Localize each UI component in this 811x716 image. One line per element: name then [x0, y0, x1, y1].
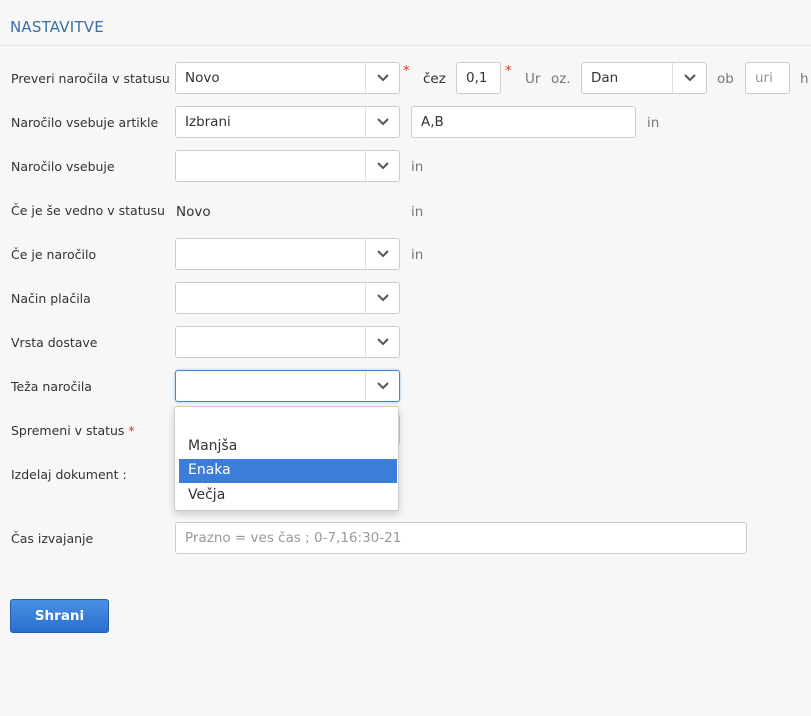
section-divider — [0, 45, 811, 46]
save-button[interactable]: Shrani — [10, 599, 109, 633]
payment-label: Način plačila — [11, 291, 91, 306]
contains-label: Naročilo vsebuje — [11, 159, 115, 174]
dropdown-option-enaka[interactable]: Enaka — [179, 459, 397, 483]
chevron-down-icon — [365, 327, 399, 357]
or-label: oz. — [551, 71, 571, 87]
check-status-value: Novo — [185, 70, 220, 86]
still-status-value: Novo — [176, 204, 211, 220]
weight-select[interactable] — [175, 370, 400, 402]
chevron-down-icon — [365, 283, 399, 313]
articles-input[interactable]: A,B — [411, 106, 636, 138]
chevron-down-icon — [365, 239, 399, 269]
in-label: in — [647, 115, 660, 131]
articles-select[interactable]: Izbrani — [175, 106, 400, 138]
after-label: čez — [423, 71, 446, 87]
payment-select[interactable] — [175, 282, 400, 314]
exec-time-input[interactable]: Prazno = ves čas ; 0-7,16:30-21 — [175, 522, 747, 554]
articles-value: Izbrani — [185, 114, 231, 130]
at-label: ob — [717, 71, 734, 87]
dropdown-option-empty[interactable] — [179, 413, 397, 437]
hours-input[interactable]: 0,1 — [456, 62, 501, 94]
delivery-label: Vrsta dostave — [11, 335, 98, 350]
in-label: in — [411, 204, 424, 220]
check-status-select[interactable]: Novo — [175, 62, 400, 94]
in-label: in — [411, 159, 424, 175]
chevron-down-icon — [365, 107, 399, 137]
required-marker: * — [505, 64, 512, 79]
required-marker: * — [403, 64, 410, 79]
delivery-select[interactable] — [175, 326, 400, 358]
day-select[interactable]: Dan — [581, 62, 707, 94]
chevron-down-icon — [672, 63, 706, 93]
chevron-down-icon — [365, 63, 399, 93]
weight-label: Teža naročila — [11, 379, 92, 394]
day-value: Dan — [591, 70, 619, 86]
articles-label: Naročilo vsebuje artikle — [11, 115, 159, 130]
section-title: NASTAVITVE — [10, 18, 104, 36]
chevron-down-icon — [365, 151, 399, 181]
unit-label: Ur — [525, 71, 541, 87]
order-is-label: Če je naročilo — [11, 247, 97, 262]
chevron-down-icon — [365, 371, 399, 401]
required-marker: * — [124, 423, 135, 438]
exec-time-label: Čas izvajanje — [11, 531, 94, 546]
dropdown-option-manjsa[interactable]: Manjša — [179, 435, 397, 459]
time-input[interactable]: uri — [745, 62, 790, 94]
weight-dropdown-list: Manjša Enaka Večja — [174, 406, 399, 511]
document-label: Izdelaj dokument : — [11, 467, 127, 482]
change-status-text: Spremeni v status — [11, 423, 125, 438]
dropdown-option-vecja[interactable]: Večja — [179, 484, 397, 508]
order-is-select[interactable] — [175, 238, 400, 270]
in-label: in — [411, 247, 424, 263]
hour-label: h — [800, 71, 809, 87]
change-status-label: Spremeni v status * — [11, 423, 135, 438]
contains-select[interactable] — [175, 150, 400, 182]
still-status-label: Če je še vedno v statusu — [11, 203, 165, 218]
check-status-label: Preveri naročila v statusu — [11, 71, 170, 86]
